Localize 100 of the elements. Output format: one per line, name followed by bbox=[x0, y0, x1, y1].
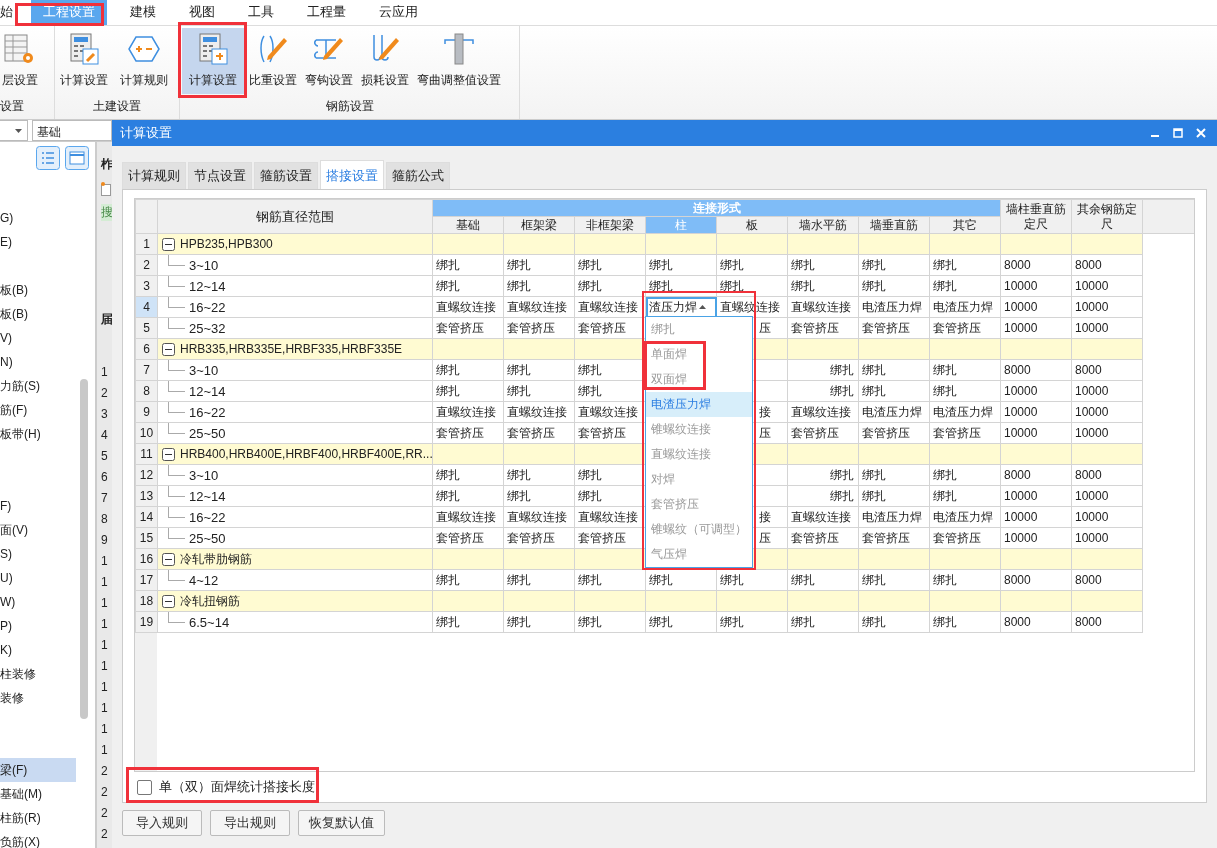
tree-item[interactable]: 装修 bbox=[0, 686, 76, 710]
tree-item[interactable]: 面(V) bbox=[0, 518, 76, 542]
table-cell: 3~10 bbox=[189, 362, 219, 378]
menu-tab[interactable]: 视图 bbox=[179, 0, 225, 25]
close-icon[interactable] bbox=[1195, 127, 1207, 139]
table-cell: 绑扎 bbox=[929, 611, 1001, 633]
calculator-icon bbox=[196, 32, 230, 66]
row-number: 4 bbox=[101, 427, 108, 444]
table-cell: 8000 bbox=[1000, 359, 1072, 381]
list-view-icon[interactable] bbox=[36, 146, 60, 170]
row-number: 1 bbox=[135, 233, 158, 255]
column-header: 钢筋直径范围 bbox=[157, 199, 433, 234]
collapse-icon[interactable] bbox=[162, 447, 175, 461]
table-cell: 绑扎 bbox=[858, 359, 930, 381]
ribbon-button[interactable]: 弯曲调整值设置 bbox=[414, 28, 504, 94]
tree-line bbox=[168, 402, 185, 413]
menu-tab[interactable]: 始 bbox=[0, 0, 23, 25]
tree-item[interactable]: U) bbox=[0, 566, 76, 590]
table-gear-icon bbox=[2, 32, 36, 66]
tree-item[interactable]: 梁(F) bbox=[0, 758, 76, 782]
collapse-icon[interactable] bbox=[162, 342, 175, 356]
tree-item[interactable]: F) bbox=[0, 494, 76, 518]
table-cell: 10000 bbox=[1000, 401, 1072, 423]
maximize-icon[interactable] bbox=[1172, 127, 1184, 139]
action-button[interactable]: 恢复默认值 bbox=[298, 810, 385, 836]
collapse-icon[interactable] bbox=[162, 552, 175, 566]
tree-item[interactable]: E) bbox=[0, 230, 76, 254]
table-cell: 6.5~14 bbox=[189, 614, 230, 630]
tab[interactable]: 箍筋设置 bbox=[254, 162, 318, 189]
menu-tab[interactable]: 建模 bbox=[120, 0, 166, 25]
tab[interactable]: 搭接设置 bbox=[320, 160, 384, 189]
menu-tab[interactable]: 云应用 bbox=[369, 0, 428, 25]
tree-line bbox=[168, 297, 185, 308]
table-cell: 16~22 bbox=[189, 404, 226, 420]
tab[interactable]: 箍筋公式 bbox=[386, 162, 450, 189]
menu-tab[interactable]: 工程量 bbox=[297, 0, 356, 25]
tree-item[interactable]: W) bbox=[0, 590, 76, 614]
table-cell: 10000 bbox=[1000, 380, 1072, 402]
table-cell: 绑扎 bbox=[858, 380, 930, 402]
row-number: 2 bbox=[101, 784, 108, 801]
tree-item[interactable]: S) bbox=[0, 542, 76, 566]
table-cell: 绑扎 bbox=[716, 254, 788, 276]
row-number: 1 bbox=[101, 658, 108, 675]
table-cell: 12~14 bbox=[189, 488, 226, 504]
action-button[interactable]: 导入规则 bbox=[122, 810, 202, 836]
row-number: 6 bbox=[135, 338, 158, 360]
tree-item[interactable]: G) bbox=[0, 206, 76, 230]
table-cell: 套管挤压 bbox=[787, 317, 859, 339]
row-number: 3 bbox=[135, 275, 158, 297]
ribbon-button[interactable]: 计算规则 bbox=[117, 28, 171, 94]
ribbon-button[interactable]: 损耗设置 bbox=[358, 28, 412, 94]
tree-item[interactable]: 基础(M) bbox=[0, 782, 76, 806]
row-number: 14 bbox=[135, 506, 158, 528]
row-number: 5 bbox=[135, 317, 158, 339]
cell-dropdown[interactable]: 渣压力焊 bbox=[645, 296, 717, 318]
scrollbar[interactable] bbox=[80, 379, 88, 719]
ribbon-button[interactable]: 计算设置 bbox=[182, 28, 244, 94]
ribbon-button[interactable]: 弯钩设置 bbox=[302, 28, 356, 94]
tree-item[interactable]: P) bbox=[0, 614, 76, 638]
caret-icon bbox=[699, 305, 706, 309]
tree-item[interactable]: K) bbox=[0, 638, 76, 662]
category-field[interactable]: 基础 bbox=[32, 120, 112, 141]
table-cell: 8000 bbox=[1071, 611, 1143, 633]
collapse-icon[interactable] bbox=[162, 594, 175, 608]
tree-item[interactable]: N) bbox=[0, 350, 76, 374]
row-number: 9 bbox=[101, 532, 108, 549]
tab[interactable]: 节点设置 bbox=[188, 162, 252, 189]
table-cell: 直螺纹连接 bbox=[432, 506, 504, 528]
tree-item[interactable]: 板(B) bbox=[0, 278, 76, 302]
table-cell: 绑扎 bbox=[503, 464, 575, 486]
table-cell: 10000 bbox=[1071, 275, 1143, 297]
action-button[interactable]: 导出规则 bbox=[210, 810, 290, 836]
collapse-icon[interactable] bbox=[162, 237, 175, 251]
tree-item[interactable]: 负筋(X) bbox=[0, 830, 76, 848]
menu-tab[interactable]: 工具 bbox=[238, 0, 284, 25]
ribbon-button[interactable]: 层设置 bbox=[2, 28, 41, 94]
tree-item[interactable]: 筋(F) bbox=[0, 398, 76, 422]
window-view-icon[interactable] bbox=[65, 146, 89, 170]
dropdown-option[interactable]: 电渣压力焊 bbox=[646, 392, 752, 417]
checkbox-label: 单（双）面焊统计搭接长度 bbox=[159, 778, 315, 796]
tree-item[interactable]: 力筋(S) bbox=[0, 374, 76, 398]
tree-item[interactable]: 板带(H) bbox=[0, 422, 76, 446]
window-title: 计算设置 bbox=[120, 124, 172, 142]
dropdown[interactable] bbox=[0, 120, 28, 141]
table-cell: 10000 bbox=[1071, 506, 1143, 528]
table-cell: 绑扎 bbox=[432, 275, 504, 297]
table-cell: 直螺纹连接 bbox=[503, 401, 575, 423]
tree-item[interactable]: V) bbox=[0, 326, 76, 350]
tab[interactable]: 计算规则 bbox=[122, 162, 186, 189]
tree-item[interactable]: 板(B) bbox=[0, 302, 76, 326]
document-icon bbox=[101, 182, 111, 196]
table-cell: 8000 bbox=[1071, 254, 1143, 276]
row-number: 18 bbox=[135, 590, 158, 612]
table-cell: 绑扎 bbox=[432, 464, 504, 486]
ribbon-button[interactable]: 比重设置 bbox=[246, 28, 300, 94]
tree-item[interactable]: 柱筋(R) bbox=[0, 806, 76, 830]
tree-item[interactable]: 柱装修 bbox=[0, 662, 76, 686]
checkbox[interactable] bbox=[137, 779, 152, 795]
ribbon-button[interactable]: 计算设置 bbox=[57, 28, 111, 94]
table-cell: 套管挤压 bbox=[858, 422, 930, 444]
